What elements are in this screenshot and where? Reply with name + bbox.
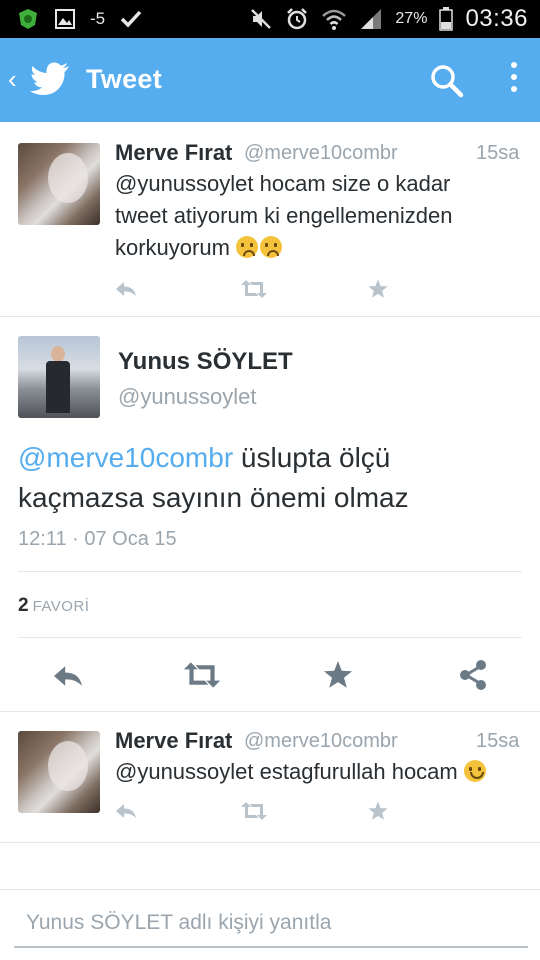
tweet-text-content: @yunussoylet estagfurullah hocam (115, 759, 458, 784)
alarm-icon (287, 8, 308, 30)
signal-value: -5 (90, 9, 106, 28)
retweet-icon[interactable] (182, 661, 222, 689)
tweet-timestamp: 12:11 · 07 Oca 15 (18, 528, 177, 550)
avatar[interactable] (18, 731, 100, 813)
divider (0, 316, 540, 317)
tweet-text-line-content: korkuyorum (115, 235, 230, 260)
smiling-face-emoji-icon (463, 760, 486, 782)
author-name[interactable]: Yunus SÖYLET (118, 348, 293, 376)
app-bar: ‹ Tweet (0, 38, 540, 122)
divider (18, 571, 522, 572)
status-bar: -5 27% 03:36 (0, 0, 540, 38)
author-handle[interactable]: @merve10combr (244, 730, 398, 753)
tweet-text-part: üslupta ölçü (233, 442, 391, 473)
favorite-star-icon[interactable] (367, 278, 389, 300)
retweet-icon[interactable] (240, 279, 268, 299)
shield-app-icon (19, 9, 37, 29)
tweet-text: @yunussoylet estagfurullah hocam (115, 756, 535, 788)
battery-icon (439, 7, 454, 31)
battery-percent: 27% (395, 10, 428, 27)
search-icon[interactable] (430, 64, 464, 98)
image-icon (55, 9, 75, 29)
page-title: Tweet (86, 64, 163, 94)
sad-face-emoji-icon (236, 236, 259, 258)
signal-icon (361, 9, 382, 29)
divider (0, 842, 540, 843)
check-icon (120, 10, 142, 28)
reply-icon[interactable] (114, 279, 138, 299)
reply-composer (14, 900, 528, 948)
tweet-text: @yunussoylet hocam size o kadar tweet at… (115, 168, 525, 264)
tweet-text-line: korkuyorum (115, 232, 525, 264)
mute-icon (251, 9, 272, 29)
tweet-text: @merve10combr üslupta ölçü kaçmazsa sayı… (18, 438, 518, 518)
back-icon[interactable]: ‹ (8, 66, 17, 92)
mention-link[interactable]: @merve10combr (18, 442, 233, 473)
favorite-star-icon[interactable] (322, 659, 354, 691)
retweet-icon[interactable] (240, 801, 268, 821)
favorites-label: FAVORİ (32, 598, 90, 615)
tweet-text-part: kaçmazsa sayının önemi olmaz (18, 482, 409, 513)
favorites-number: 2 (18, 595, 29, 616)
overflow-menu-icon[interactable] (506, 62, 522, 98)
author-name[interactable]: Merve Fırat (115, 728, 232, 754)
reply-input[interactable] (14, 900, 528, 946)
clock: 03:36 (465, 5, 528, 32)
avatar[interactable] (18, 336, 100, 418)
status-bar-right: 27% 03:36 (249, 4, 528, 34)
author-handle[interactable]: @merve10combr (244, 142, 398, 165)
tweet-text-line: @yunussoylet hocam size o kadar (115, 171, 451, 196)
favorites-count[interactable]: 2 FAVORİ (18, 595, 89, 617)
twitter-bird-icon[interactable] (30, 62, 70, 96)
tweet-text-line: tweet atiyorum ki engellemenizden (115, 203, 453, 228)
tweet-time: 15sa (476, 142, 520, 164)
divider (18, 637, 522, 638)
wifi-icon (322, 9, 347, 30)
share-icon[interactable] (458, 659, 488, 691)
author-name[interactable]: Merve Fırat (115, 140, 232, 166)
favorite-star-icon[interactable] (367, 800, 389, 822)
tweet-time: 15sa (476, 730, 520, 752)
avatar[interactable] (18, 143, 100, 225)
reply-icon[interactable] (114, 801, 138, 821)
reply-icon[interactable] (50, 662, 86, 690)
divider (0, 711, 540, 712)
divider (0, 889, 540, 890)
status-bar-left: -5 (16, 6, 143, 32)
author-handle[interactable]: @yunussoylet (118, 384, 257, 410)
sad-face-emoji-icon (260, 236, 283, 258)
